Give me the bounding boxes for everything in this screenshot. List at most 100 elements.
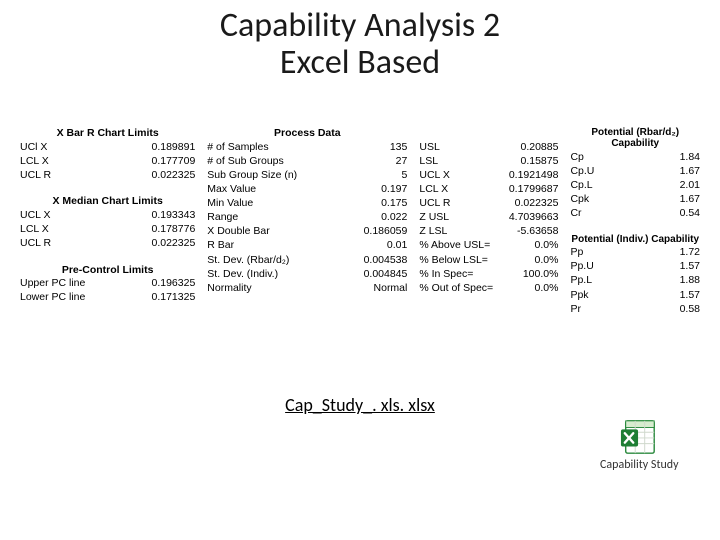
row-label: Normality bbox=[207, 282, 367, 295]
table-row: Upper PC line0.196325 bbox=[20, 277, 195, 291]
table-row: Cp.L2.01 bbox=[570, 178, 700, 192]
table-row: Pp1.72 bbox=[570, 246, 700, 260]
row-label: UCl X bbox=[20, 141, 146, 154]
row-label: Max Value bbox=[207, 183, 375, 196]
row-label: Z USL bbox=[419, 211, 502, 224]
table-row: UCL R0.022325 bbox=[20, 168, 195, 182]
title-line-2: Excel Based bbox=[280, 42, 440, 83]
row-value: 1.67 bbox=[674, 165, 700, 178]
table-row: Z USL4.7039663 bbox=[419, 211, 558, 225]
table-row: LCL X0.1799687 bbox=[419, 182, 558, 196]
heading-precontrol: Pre-Control Limits bbox=[20, 263, 195, 277]
row-label: LCL X bbox=[20, 223, 146, 236]
file-link[interactable]: Cap_Study_. xls. xlsx bbox=[0, 394, 720, 416]
row-value: 4.7039663 bbox=[503, 211, 559, 224]
table-row: Cpk1.67 bbox=[570, 192, 700, 206]
slide-title: Capability Analysis 2 Excel Based bbox=[0, 8, 720, 81]
table-row: St. Dev. (Rbar/d₂)0.004538 bbox=[207, 253, 407, 267]
table-row: UCl X0.189891 bbox=[20, 140, 195, 154]
table-row: St. Dev. (Indiv.)0.004845 bbox=[207, 267, 407, 281]
table-row: UCL R0.022325 bbox=[20, 237, 195, 251]
col-process-data: Process Data # of Samples135 # of Sub Gr… bbox=[207, 126, 407, 316]
table-row: Cp1.84 bbox=[570, 150, 700, 164]
table-row: Pr0.58 bbox=[570, 302, 700, 316]
table-row: Z LSL-5.63658 bbox=[419, 225, 558, 239]
row-label: % In Spec= bbox=[419, 268, 516, 281]
row-value: 1.67 bbox=[674, 193, 700, 206]
table-row: UCL R0.022325 bbox=[419, 197, 558, 211]
table-row: UCL X0.1921498 bbox=[419, 168, 558, 182]
table-row: USL0.20885 bbox=[419, 140, 558, 154]
row-value: 27 bbox=[390, 155, 408, 168]
title-line-1: Capability Analysis 2 bbox=[220, 5, 500, 46]
row-label: Z LSL bbox=[419, 225, 511, 238]
col-spec-stats: USL0.20885 LSL0.15875 UCL X0.1921498 LCL… bbox=[419, 126, 558, 316]
row-value: 0.022 bbox=[375, 211, 407, 224]
table-row: % Out of Spec=0.0% bbox=[419, 281, 558, 295]
row-label: Pp bbox=[570, 246, 673, 259]
row-label: # of Samples bbox=[207, 141, 384, 154]
row-value: 0.022325 bbox=[146, 237, 196, 250]
row-label: UCL R bbox=[20, 237, 146, 250]
row-value: 0.0% bbox=[529, 254, 559, 267]
row-value: 0.1921498 bbox=[503, 169, 559, 182]
table-row: # of Samples135 bbox=[207, 140, 407, 154]
row-value: 0.01 bbox=[381, 239, 407, 252]
row-label: Pp.L bbox=[570, 274, 673, 287]
col-capability: Potential (Rbar/d₂) Capability Cp1.84 Cp… bbox=[570, 126, 700, 316]
table-row: UCL X0.193343 bbox=[20, 208, 195, 222]
row-value: -5.63658 bbox=[511, 225, 558, 238]
row-value: 0.175 bbox=[375, 197, 407, 210]
excel-icon bbox=[620, 418, 658, 456]
data-tables: X Bar R Chart Limits UCl X0.189891 LCL X… bbox=[20, 126, 700, 316]
row-value: 1.72 bbox=[674, 246, 700, 259]
row-label: Sub Group Size (n) bbox=[207, 169, 395, 182]
table-row: LCL X0.178776 bbox=[20, 223, 195, 237]
row-value: 135 bbox=[384, 141, 408, 154]
table-row: # of Sub Groups27 bbox=[207, 154, 407, 168]
excel-caption: Capability Study bbox=[600, 458, 679, 472]
heading-xbar-r: X Bar R Chart Limits bbox=[20, 126, 195, 140]
row-label: Pr bbox=[570, 303, 673, 316]
row-value: 0.022325 bbox=[146, 169, 196, 182]
row-label: % Out of Spec= bbox=[419, 282, 528, 295]
heading-xmedian: X Median Chart Limits bbox=[20, 194, 195, 208]
row-value: 0.193343 bbox=[146, 209, 196, 222]
row-value: 0.197 bbox=[375, 183, 407, 196]
row-label: UCL X bbox=[419, 169, 502, 182]
table-row: Lower PC line0.171325 bbox=[20, 291, 195, 305]
table-row: % Above USL=0.0% bbox=[419, 239, 558, 253]
heading-process-data: Process Data bbox=[207, 126, 407, 140]
table-row: Range0.022 bbox=[207, 211, 407, 225]
heading-cap-indiv: Potential (Indiv.) Capability bbox=[570, 233, 700, 246]
row-value: 0.171325 bbox=[146, 291, 196, 304]
row-value: 0.178776 bbox=[146, 223, 196, 236]
row-value: 0.15875 bbox=[514, 155, 558, 168]
row-label: LSL bbox=[419, 155, 514, 168]
row-value: 0.004845 bbox=[358, 268, 408, 281]
heading-cap-rbard2: Potential (Rbar/d₂) Capability bbox=[570, 126, 700, 150]
row-value: 0.186059 bbox=[358, 225, 408, 238]
row-label: Cp.U bbox=[570, 165, 673, 178]
excel-embed[interactable]: Capability Study bbox=[600, 418, 679, 472]
table-row: LCL X0.177709 bbox=[20, 154, 195, 168]
row-label: Range bbox=[207, 211, 375, 224]
row-value: Normal bbox=[368, 282, 408, 295]
row-value: 1.84 bbox=[674, 151, 700, 164]
row-value: 0.177709 bbox=[146, 155, 196, 168]
row-label: Cpk bbox=[570, 193, 673, 206]
table-row: X Double Bar0.186059 bbox=[207, 225, 407, 239]
row-label: St. Dev. (Indiv.) bbox=[207, 268, 357, 281]
row-value: 5 bbox=[396, 169, 408, 182]
row-label: Cr bbox=[570, 207, 673, 220]
row-label: St. Dev. (Rbar/d₂) bbox=[207, 254, 357, 267]
row-label: UCL R bbox=[20, 169, 146, 182]
row-label: % Below LSL= bbox=[419, 254, 528, 267]
row-label: Upper PC line bbox=[20, 277, 146, 290]
row-value: 0.0% bbox=[529, 282, 559, 295]
row-value: 0.004538 bbox=[358, 254, 408, 267]
table-row: Cp.U1.67 bbox=[570, 164, 700, 178]
table-row: Max Value0.197 bbox=[207, 182, 407, 196]
table-row: Min Value0.175 bbox=[207, 197, 407, 211]
row-value: 0.20885 bbox=[514, 141, 558, 154]
